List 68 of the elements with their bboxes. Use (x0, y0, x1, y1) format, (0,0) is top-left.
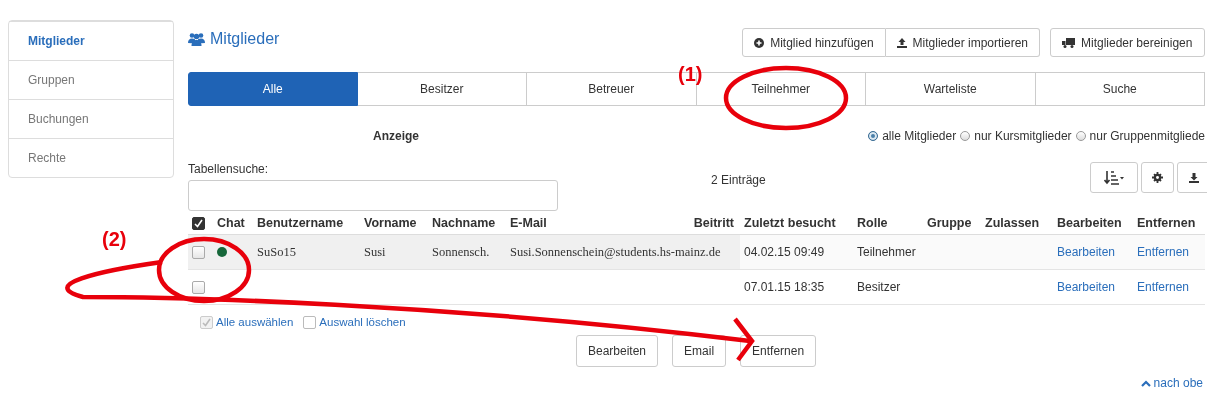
table-cell: Teilnehmer (857, 245, 916, 259)
checkbox[interactable] (192, 216, 205, 230)
column-header: Bearbeiten (1057, 216, 1122, 230)
action-button[interactable]: Bearbeiten (576, 335, 659, 367)
sidebar-item[interactable]: Gruppen (9, 60, 173, 99)
plus-circle-icon (754, 37, 765, 48)
column-header: Nachname (432, 216, 496, 230)
sidebar-item[interactable]: Buchungen (9, 99, 173, 138)
table-cell: 04.02.15 09:49 (744, 245, 825, 259)
field-label: Tabellensuche: (188, 162, 270, 176)
toolbar-button[interactable]: Mitglieder bereinigen (1050, 28, 1205, 57)
column-header: Zuletzt besucht (744, 216, 836, 230)
radio-label[interactable]: alle Mitglieder (882, 129, 957, 143)
table-cell: Susi (364, 244, 386, 260)
users-icon (188, 32, 205, 46)
sidebar-item[interactable]: Rechte (9, 138, 173, 177)
checkbox[interactable] (192, 280, 205, 294)
column-header: Zulassen (985, 216, 1040, 230)
edit-link[interactable]: Bearbeiten (1057, 245, 1116, 259)
column-header: Benutzername (257, 216, 344, 230)
gear-icon (1152, 172, 1163, 183)
icon-button[interactable] (1177, 162, 1207, 193)
sort-icon (1104, 170, 1124, 185)
checkbox[interactable] (192, 245, 205, 259)
truck-icon (1062, 37, 1075, 48)
entry-count: 2 Einträge (711, 173, 766, 187)
column-header: Entfernen (1137, 216, 1196, 230)
radio-button[interactable] (868, 131, 879, 141)
tab[interactable]: Warteliste (866, 72, 1036, 106)
table-cell: Besitzer (857, 280, 901, 294)
tab[interactable]: Besitzer (357, 72, 527, 106)
tab[interactable]: Suche (1035, 72, 1205, 106)
back-to-top-link[interactable]: nach obe (1153, 376, 1203, 390)
table-cell: SuSo15 (257, 244, 296, 260)
radio-button[interactable] (1075, 131, 1086, 141)
download-icon (1188, 172, 1199, 183)
table-cell: 07.01.15 18:35 (744, 280, 825, 294)
radio-label[interactable]: nur Kursmitglieder (974, 129, 1072, 143)
icon-button[interactable] (1090, 162, 1138, 193)
edit-link[interactable]: Bearbeiten (1057, 280, 1116, 294)
icon-button[interactable] (1141, 162, 1174, 193)
radio-button[interactable] (960, 131, 971, 141)
action-button[interactable]: Email (672, 335, 727, 367)
radio-label[interactable]: nur Gruppenmitgliede (1089, 129, 1205, 143)
table-cell: Sonnensch. (432, 244, 490, 260)
tab[interactable]: Alle (188, 72, 358, 106)
checkbox[interactable] (303, 315, 317, 329)
selection-link[interactable]: Auswahl löschen (319, 316, 406, 328)
column-header: Chat (217, 216, 245, 230)
selection-link[interactable]: Alle auswählen (216, 316, 294, 328)
table-cell: Susi.Sonnenschein@students.hs-mainz.de (510, 244, 721, 260)
column-header: Rolle (857, 216, 888, 230)
remove-link[interactable]: Entfernen (1137, 245, 1190, 259)
page-title: Mitglieder (210, 30, 280, 48)
action-button[interactable]: Entfernen (740, 335, 817, 367)
column-header: Vorname (364, 216, 417, 230)
remove-link[interactable]: Entfernen (1137, 280, 1190, 294)
column-header: Beitritt (693, 216, 734, 230)
sidebar-item[interactable]: Mitglieder (9, 21, 173, 60)
toolbar-button[interactable]: Mitglied hinzufügen (742, 28, 886, 57)
column-header: E-Mail (510, 216, 547, 230)
search-field[interactable] (188, 180, 558, 211)
column-header: Gruppe (927, 216, 972, 230)
toolbar-button[interactable]: Mitglieder importieren (885, 28, 1040, 57)
upload-icon (896, 37, 907, 48)
annotation-label: (2) (102, 228, 127, 251)
section-label: Anzeige (373, 129, 419, 143)
chevron-up-icon (1140, 379, 1151, 387)
